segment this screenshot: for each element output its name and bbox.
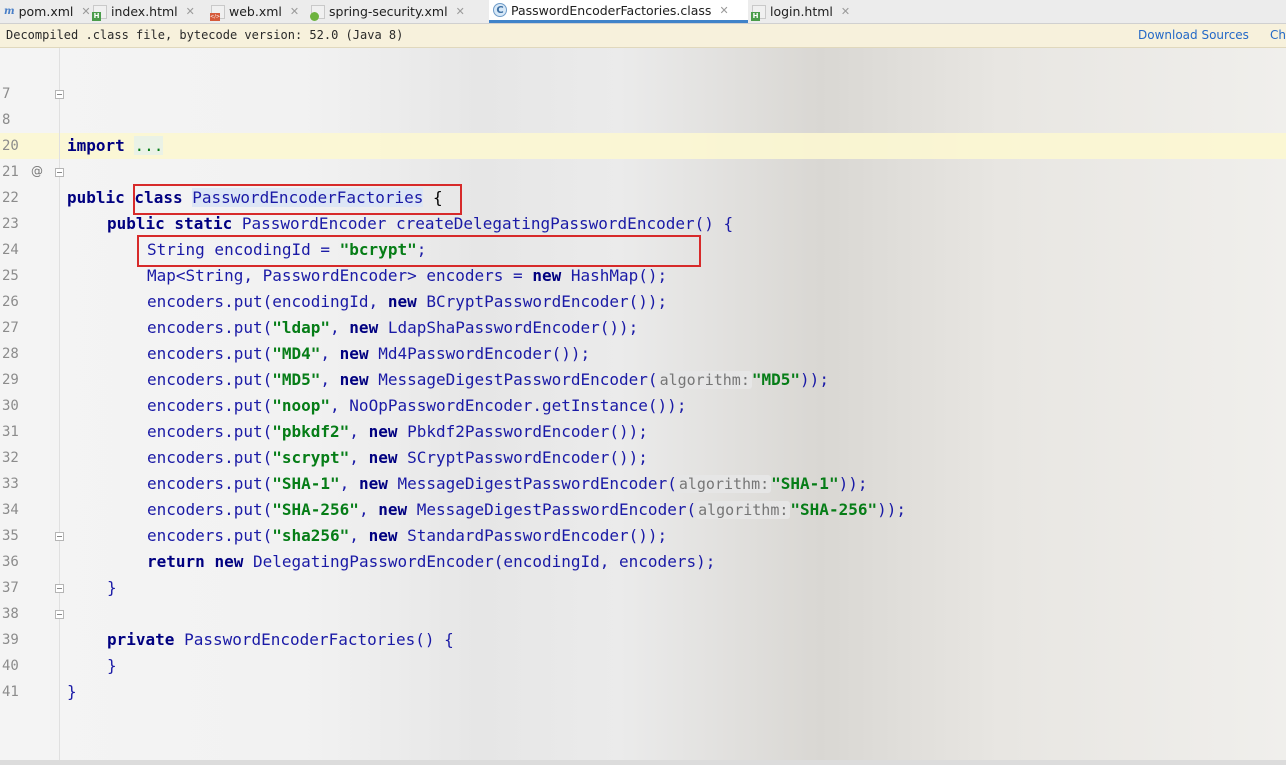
code-editor[interactable]: 7 8 import ... 20 21 public class Passwo…	[0, 48, 1286, 765]
decompiled-banner: Decompiled .class file, bytecode version…	[0, 24, 1286, 48]
close-icon[interactable]: ✕	[186, 5, 195, 18]
code-line: 30 encoders.put("pbkdf2", new Pbkdf2Pass…	[0, 367, 1286, 441]
close-icon[interactable]: ✕	[456, 5, 465, 18]
bottom-border	[0, 760, 1286, 765]
download-sources-link[interactable]: Download Sources	[1138, 24, 1249, 47]
code-line: 20	[0, 107, 1286, 154]
code-line: 41	[0, 653, 1286, 700]
editor-tab-bar: m pom.xml ✕ index.html ✕ web.xml ✕ sprin…	[0, 0, 1286, 24]
close-icon[interactable]: ✕	[290, 5, 299, 18]
banner-text: Decompiled .class file, bytecode version…	[6, 28, 404, 42]
code-line: 28 encoders.put("MD5", new MessageDigest…	[0, 315, 1286, 389]
fold-toggle-icon[interactable]	[55, 584, 64, 593]
code-line: 38 private PasswordEncoderFactories() {	[0, 575, 1286, 649]
xml-file-icon	[210, 4, 225, 21]
tab-label: login.html	[770, 4, 833, 19]
code-line: 32 encoders.put("SHA-1", new MessageDige…	[0, 419, 1286, 493]
html-file-icon	[92, 4, 107, 21]
fold-toggle-icon[interactable]	[55, 90, 64, 99]
tab-web-xml[interactable]: web.xml ✕	[207, 0, 307, 23]
code-line: 22 public static PasswordEncoder createD…	[0, 159, 1286, 233]
code-line: 34 encoders.put("sha256", new StandardPa…	[0, 471, 1286, 545]
java-class-icon: C	[493, 3, 507, 17]
fold-toggle-icon[interactable]	[55, 532, 64, 541]
tab-label: PasswordEncoderFactories.class	[511, 2, 712, 18]
code-line: 8 import ...	[0, 81, 1286, 155]
choose-sources-link[interactable]: Che	[1270, 24, 1286, 47]
code-line: 21 public class PasswordEncoderFactories…	[0, 133, 1286, 207]
close-icon[interactable]: ✕	[841, 5, 850, 18]
tab-index-html[interactable]: index.html ✕	[89, 0, 207, 23]
code-line: 39 }	[0, 601, 1286, 675]
tab-label: pom.xml	[18, 4, 74, 19]
html-file-icon	[751, 4, 766, 21]
annotation-highlight-box	[133, 184, 462, 215]
fold-toggle-icon[interactable]	[55, 610, 64, 619]
close-icon[interactable]: ✕	[719, 4, 728, 17]
code-line: 31 encoders.put("scrypt", new SCryptPass…	[0, 393, 1286, 467]
tab-label: spring-security.xml	[329, 4, 448, 19]
code-line: 29 encoders.put("noop", NoOpPasswordEnco…	[0, 341, 1286, 415]
line-number: 41	[2, 684, 19, 700]
code-line: 7	[0, 55, 1286, 102]
code-line: 40 }	[0, 627, 1286, 701]
fold-toggle-icon[interactable]	[55, 168, 64, 177]
tab-password-encoder-factories[interactable]: C PasswordEncoderFactories.class ✕	[489, 0, 748, 23]
tab-label: index.html	[111, 4, 178, 19]
code-line: 37	[0, 549, 1286, 596]
annotation-highlight-box	[137, 235, 701, 267]
tab-pom-xml[interactable]: m pom.xml ✕	[0, 0, 91, 23]
tab-spring-security-xml[interactable]: spring-security.xml ✕	[307, 0, 489, 23]
tab-login-html[interactable]: login.html ✕	[748, 0, 868, 23]
override-marker-icon[interactable]: @	[31, 164, 43, 178]
code-line: 27 encoders.put("MD4", new Md4PasswordEn…	[0, 289, 1286, 363]
maven-icon: m	[4, 5, 15, 17]
code-line: 35 return new DelegatingPasswordEncoder(…	[0, 497, 1286, 571]
tab-label: web.xml	[229, 4, 282, 19]
spring-xml-icon	[310, 4, 325, 21]
code-line: 33 encoders.put("SHA-256", new MessageDi…	[0, 445, 1286, 519]
code-line: 36 }	[0, 523, 1286, 597]
